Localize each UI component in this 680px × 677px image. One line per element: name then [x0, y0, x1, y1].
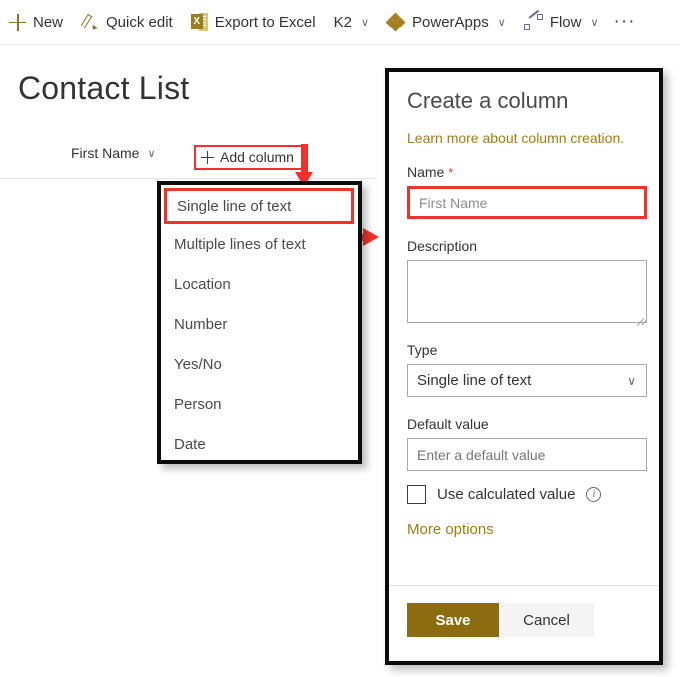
type-field-label: Type	[407, 342, 438, 358]
info-icon[interactable]: i	[586, 487, 602, 502]
use-calculated-value-label: Use calculated value	[437, 486, 576, 503]
export-to-excel-button[interactable]: X Export to Excel	[182, 4, 325, 40]
default-value-placeholder: Enter a default value	[417, 446, 546, 463]
new-button[interactable]: New	[0, 4, 72, 40]
description-textarea[interactable]	[407, 260, 647, 326]
dropdown-item-label: Multiple lines of text	[174, 235, 306, 253]
dropdown-item-label: Person	[174, 395, 222, 413]
dropdown-item-label: Date	[174, 435, 206, 453]
default-value-field-label: Default value	[407, 416, 489, 432]
dropdown-item-multiple-lines-of-text[interactable]: Multiple lines of text	[161, 224, 358, 264]
name-input-value: First Name	[419, 194, 488, 211]
command-bar: New Quick edit X Export to Excel K2 ∨ Po…	[0, 0, 680, 45]
column-type-dropdown-menu: Single line of text Multiple lines of te…	[157, 181, 362, 464]
powerapps-menu[interactable]: PowerApps ∨	[378, 4, 515, 40]
type-select-value: Single line of text	[417, 372, 532, 389]
name-input[interactable]: First Name	[407, 186, 647, 219]
quick-edit-button[interactable]: Quick edit	[72, 4, 182, 40]
list-divider	[0, 178, 375, 179]
quick-edit-label: Quick edit	[106, 13, 173, 31]
dropdown-item-single-line-of-text[interactable]: Single line of text	[164, 188, 354, 224]
k2-menu[interactable]: K2 ∨	[325, 4, 378, 40]
chevron-down-icon: ∨	[627, 373, 636, 388]
flow-menu[interactable]: Flow ∨	[515, 4, 608, 40]
dropdown-item-location[interactable]: Location	[161, 264, 358, 304]
add-column-button[interactable]: Add column	[194, 145, 303, 170]
use-calculated-value-row: Use calculated value i	[407, 485, 641, 504]
save-button[interactable]: Save	[407, 603, 499, 637]
export-to-excel-label: Export to Excel	[214, 13, 316, 31]
dropdown-item-person[interactable]: Person	[161, 384, 358, 424]
description-field-label: Description	[407, 238, 478, 254]
dropdown-item-label: Number	[174, 315, 228, 333]
powerapps-label: PowerApps	[412, 13, 489, 31]
pencil-icon	[80, 13, 99, 32]
powerapps-icon	[385, 12, 406, 32]
column-header-label: First Name	[71, 145, 140, 161]
k2-label: K2	[333, 13, 352, 31]
panel-footer: Save Cancel	[389, 585, 659, 661]
name-label-text: Name	[407, 164, 445, 180]
required-asterisk: *	[448, 165, 454, 180]
learn-more-link[interactable]: Learn more about column creation.	[407, 130, 641, 146]
chevron-down-icon: ∨	[497, 16, 506, 29]
more-options-link[interactable]: More options	[407, 521, 494, 538]
panel-title: Create a column	[407, 88, 569, 113]
add-column-label: Add column	[220, 149, 294, 165]
new-button-label: New	[33, 13, 64, 31]
screen: New Quick edit X Export to Excel K2 ∨ Po…	[0, 0, 680, 677]
plus-icon	[201, 150, 214, 164]
cancel-button[interactable]: Cancel	[499, 603, 594, 637]
name-field-label: Name *	[407, 164, 641, 180]
column-header-first-name[interactable]: First Name ∨	[71, 145, 156, 161]
type-select[interactable]: Single line of text ∨	[407, 364, 647, 397]
dropdown-item-label: Yes/No	[174, 355, 222, 373]
excel-icon: X	[190, 13, 208, 31]
flow-label: Flow	[549, 13, 582, 31]
plus-icon	[9, 13, 26, 31]
dropdown-item-yes-no[interactable]: Yes/No	[161, 344, 358, 384]
dropdown-item-label: Location	[174, 275, 231, 293]
chevron-down-icon: ∨	[147, 147, 156, 160]
dropdown-item-label: Single line of text	[177, 197, 292, 215]
chevron-down-icon: ∨	[360, 16, 370, 29]
flow-icon	[523, 9, 543, 30]
dropdown-item-date[interactable]: Date	[161, 424, 358, 464]
page-title: Contact List	[18, 70, 190, 106]
default-value-input[interactable]: Enter a default value	[407, 438, 647, 471]
resize-handle-icon[interactable]	[634, 310, 647, 326]
overflow-menu-button[interactable]: ···	[608, 4, 642, 40]
use-calculated-value-checkbox[interactable]	[407, 485, 426, 504]
chevron-down-icon: ∨	[590, 16, 599, 29]
create-column-panel: Create a column Learn more about column …	[385, 68, 663, 665]
dropdown-item-number[interactable]: Number	[161, 304, 358, 344]
